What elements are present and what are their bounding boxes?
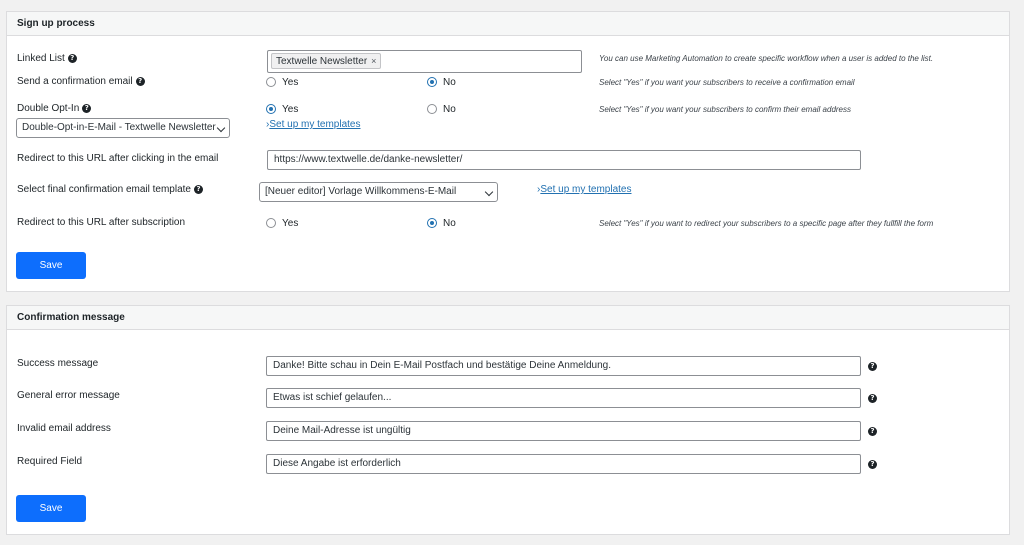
signup-panel: Sign up process Linked List? Textwelle N… (6, 11, 1010, 292)
redirect-subscription-no[interactable]: No (427, 218, 456, 229)
general-error-label: General error message (17, 390, 120, 401)
success-message-input[interactable]: Danke! Bitte schau in Dein E-Mail Postfa… (266, 356, 861, 376)
redirect-click-label: Redirect to this URL after clicking in t… (17, 153, 219, 164)
confirmation-panel-title: Confirmation message (7, 306, 1009, 330)
confirmation-email-yes[interactable]: Yes (266, 77, 298, 88)
select-value: [Neuer editor] Vorlage Willkommens-E-Mai… (265, 186, 457, 197)
help-icon[interactable]: ? (868, 427, 877, 436)
help-icon[interactable]: ? (868, 460, 877, 469)
radio-label: Yes (282, 218, 299, 229)
radio-selected-icon[interactable] (266, 104, 276, 115)
redirect-subscription-yes[interactable]: Yes (266, 218, 298, 229)
chevron-down-icon (484, 187, 494, 197)
linked-list-hint: You can use Marketing Automation to crea… (599, 54, 934, 63)
double-optin-hint: Select "Yes" if you want your subscriber… (599, 105, 852, 114)
radio-label: Yes (282, 77, 299, 88)
linked-list-input[interactable]: Textwelle Newsletter × (267, 50, 582, 73)
final-template-select[interactable]: [Neuer editor] Vorlage Willkommens-E-Mai… (259, 182, 498, 202)
double-optin-label: Double Opt-In? (17, 103, 92, 114)
success-message-label: Success message (17, 358, 99, 369)
help-icon[interactable]: ? (193, 184, 203, 194)
confirmation-email-hint: Select "Yes" if you want your subscriber… (599, 78, 855, 87)
redirect-subscription-hint: Select "Yes" if you want to redirect you… (599, 219, 934, 228)
list-tag-label: Textwelle Newsletter (276, 56, 368, 67)
help-icon[interactable]: ? (67, 53, 77, 63)
invalid-email-input[interactable]: Deine Mail-Adresse ist ungültig (266, 421, 861, 441)
radio-icon[interactable] (427, 104, 437, 115)
help-icon[interactable]: ? (868, 394, 877, 403)
double-optin-yes[interactable]: Yes (266, 104, 298, 115)
final-templates-link-wrap: ›Set up my templates (537, 184, 632, 195)
double-optin-no[interactable]: No (427, 104, 456, 115)
linked-list-label: Linked List? (17, 53, 77, 64)
double-optin-label-text: Double Opt-In (17, 103, 80, 114)
setup-templates-link[interactable]: Set up my templates (269, 119, 360, 130)
radio-label: No (443, 218, 456, 229)
double-optin-templates-link-wrap: ›Set up my templates (266, 119, 361, 130)
signup-panel-title: Sign up process (7, 12, 1009, 36)
redirect-subscription-label: Redirect to this URL after subscription (17, 217, 186, 228)
help-icon[interactable]: ? (135, 76, 145, 86)
radio-label: Yes (282, 104, 299, 115)
chevron-down-icon (216, 123, 226, 133)
invalid-email-label: Invalid email address (17, 423, 111, 434)
general-error-input[interactable]: Etwas ist schief gelaufen... (266, 388, 861, 408)
signup-save-button[interactable]: Save (16, 252, 86, 279)
tag-remove-icon[interactable]: × (371, 56, 376, 66)
radio-icon[interactable] (266, 218, 276, 229)
linked-list-label-text: Linked List (17, 53, 65, 64)
confirmation-email-no[interactable]: No (427, 77, 456, 88)
list-tag: Textwelle Newsletter × (271, 53, 382, 69)
required-field-input[interactable]: Diese Angabe ist erforderlich (266, 454, 861, 474)
required-field-label: Required Field (17, 456, 83, 467)
confirmation-email-label: Send a confirmation email? (17, 76, 145, 87)
radio-label: No (443, 104, 456, 115)
confirmation-save-button[interactable]: Save (16, 495, 86, 522)
radio-selected-icon[interactable] (427, 77, 437, 88)
double-optin-template-select[interactable]: Double-Opt-in-E-Mail - Textwelle Newslet… (16, 118, 230, 138)
radio-icon[interactable] (266, 77, 276, 88)
final-template-label-text: Select final confirmation email template (17, 184, 191, 195)
help-icon[interactable]: ? (82, 103, 92, 113)
confirmation-panel: Confirmation message Success message Dan… (6, 305, 1010, 535)
select-value: Double-Opt-in-E-Mail - Textwelle Newslet… (22, 122, 216, 133)
redirect-click-input[interactable]: https://www.textwelle.de/danke-newslette… (267, 150, 861, 170)
radio-selected-icon[interactable] (427, 218, 437, 229)
setup-templates-link[interactable]: Set up my templates (540, 184, 631, 195)
help-icon[interactable]: ? (868, 362, 877, 371)
radio-label: No (443, 77, 456, 88)
confirmation-email-label-text: Send a confirmation email (17, 76, 133, 87)
final-template-label: Select final confirmation email template… (17, 184, 203, 195)
